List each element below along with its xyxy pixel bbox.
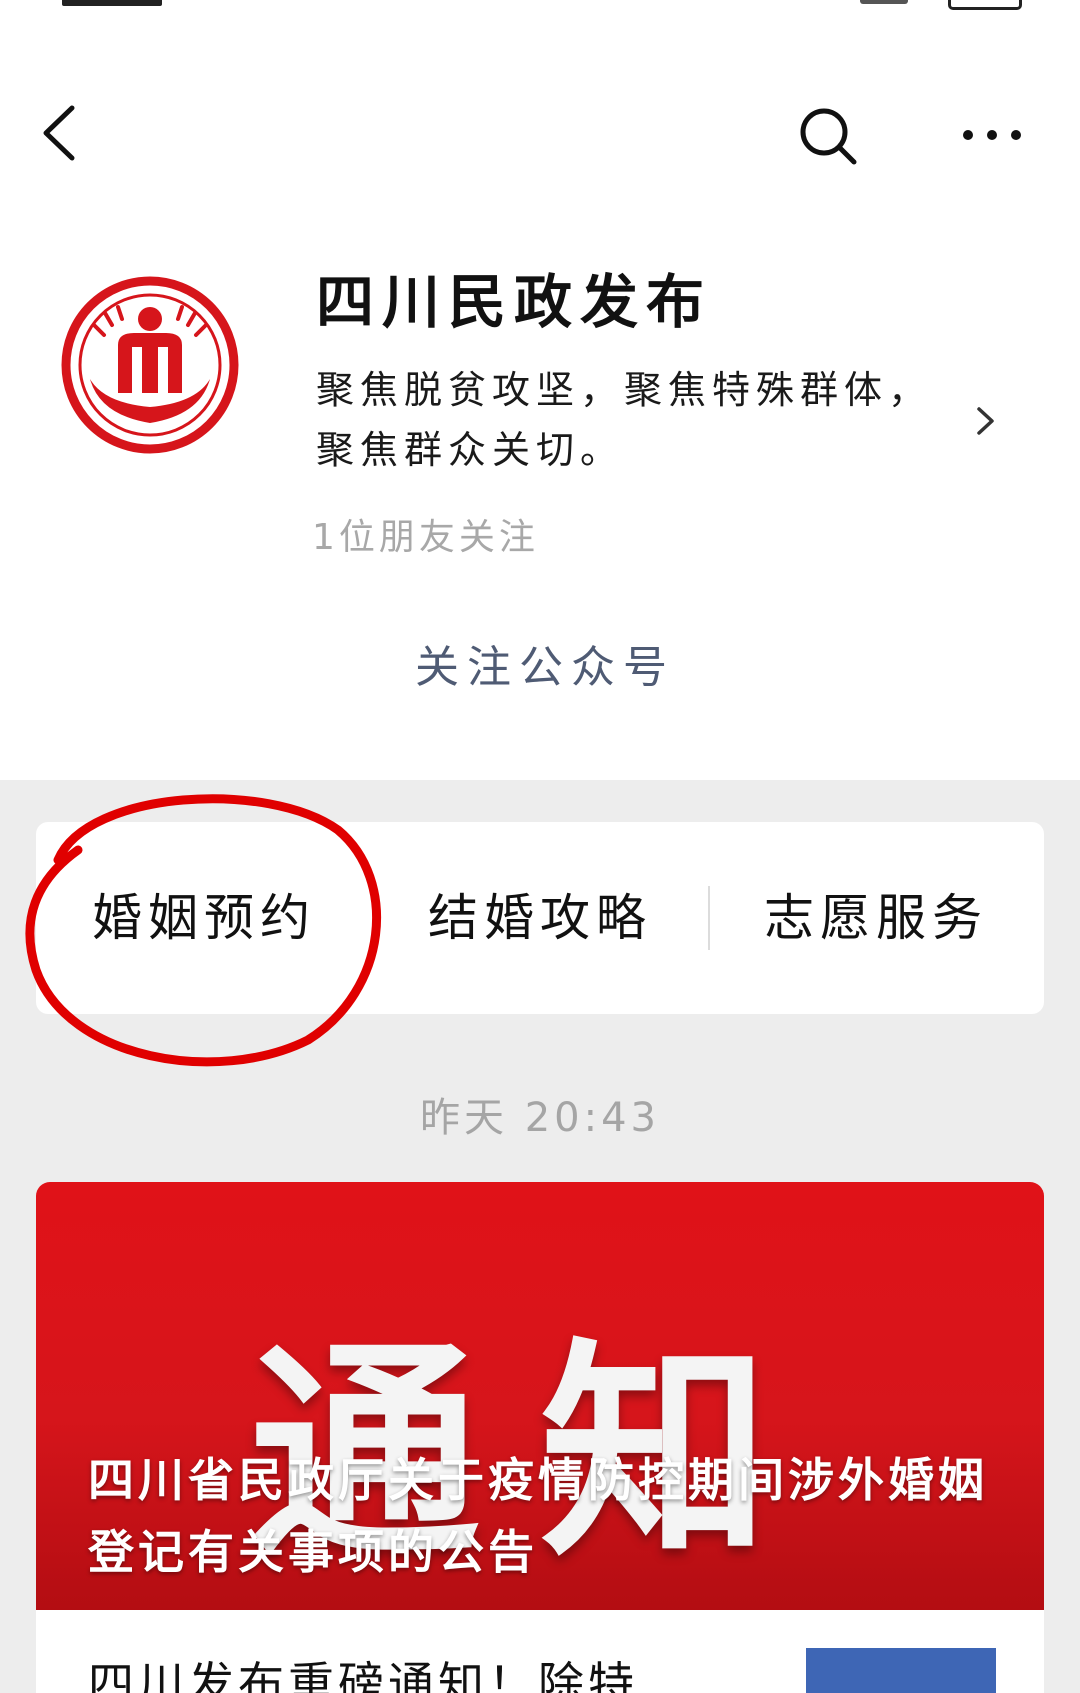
search-icon[interactable]: [796, 104, 860, 168]
sub-item-thumbnail: [806, 1648, 996, 1693]
followers-count: 1位朋友关注: [312, 517, 539, 558]
battery-icon: [948, 0, 1022, 10]
sub-item-title: 四川发布重磅通知！除特: [88, 1657, 638, 1693]
article-sub-item[interactable]: 四川发布重磅通知！除特: [36, 1610, 1044, 1693]
more-icon[interactable]: [960, 120, 1024, 150]
top-navigation-bar: [0, 30, 1080, 180]
civil-affairs-logo: [60, 275, 240, 455]
follow-account-button[interactable]: 关注公众号: [400, 633, 690, 703]
article-card[interactable]: 通知 四川省民政厅关于疫情防控期间涉外婚姻登记有关事项的公告 四川发布重磅通知！…: [36, 1182, 1044, 1693]
article-cover: 通知 四川省民政厅关于疫情防控期间涉外婚姻登记有关事项的公告: [36, 1182, 1044, 1610]
account-name: 四川民政发布: [316, 268, 713, 336]
menu-item-volunteer-service[interactable]: 志愿服务: [708, 822, 1044, 1014]
message-timestamp: 昨天 20:43: [420, 1095, 660, 1141]
back-arrow-icon[interactable]: [40, 104, 80, 162]
menu-item-wedding-guide[interactable]: 结婚攻略: [372, 822, 708, 1014]
status-icons: [860, 0, 908, 4]
menu-item-marriage-appointment[interactable]: 婚姻预约: [36, 822, 372, 1014]
account-description[interactable]: 聚焦脱贫攻坚，聚焦特殊群体，聚焦群众关切。: [316, 360, 956, 480]
article-title: 四川省民政厅关于疫情防控期间涉外婚姻登记有关事项的公告: [88, 1453, 988, 1579]
signal-icon: [62, 0, 162, 6]
account-menu: 婚姻预约 结婚攻略 志愿服务: [36, 822, 1044, 1014]
status-bar: [0, 0, 1080, 14]
chevron-right-icon[interactable]: [975, 405, 997, 437]
